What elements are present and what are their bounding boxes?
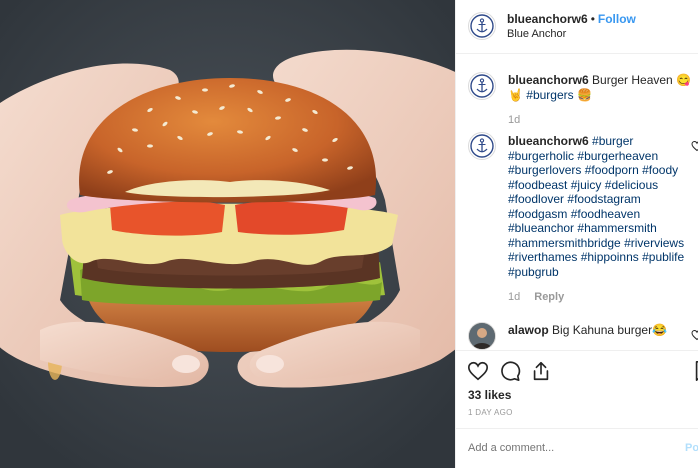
hashtag-link[interactable]: #burgers <box>526 88 573 102</box>
action-bar <box>456 350 698 388</box>
comment-age[interactable]: 1d <box>508 114 520 126</box>
hashtag-link[interactable]: #juicy <box>571 178 602 192</box>
comment-username[interactable]: blueanchorw6 <box>508 73 589 87</box>
hashtag-link[interactable]: #hammersmithbridge <box>508 236 621 250</box>
comment-username[interactable]: alawop <box>508 323 549 337</box>
add-comment-input[interactable] <box>468 442 668 454</box>
hashtag-comment: blueanchorw6 #burger #burgerholic #burge… <box>508 134 694 279</box>
user-photo-icon <box>469 323 495 349</box>
post-photo[interactable] <box>0 0 455 468</box>
burger-illustration <box>0 0 455 468</box>
hashtag-link[interactable]: #hammersmith <box>577 221 656 235</box>
post-side-panel: blueanchorw6 • Follow Blue Anchor blueanch… <box>455 0 698 468</box>
post-header: blueanchorw6 • Follow Blue Anchor <box>456 0 698 54</box>
reply-button[interactable]: Reply <box>534 291 564 303</box>
hashtag-link[interactable]: #foodporn <box>585 163 639 177</box>
like-comment-heart-icon[interactable] <box>691 329 698 341</box>
anchor-logo-icon <box>470 14 494 38</box>
separator-dot: • <box>590 12 595 26</box>
hashtag-link[interactable]: #foodbeast <box>508 178 567 192</box>
comment-avatar[interactable] <box>468 322 496 350</box>
comment-text: Big Kahuna burger😂 <box>548 323 668 337</box>
hashtag-link[interactable]: #foodheaven <box>571 207 640 221</box>
hashtag-link[interactable]: #foodlover <box>508 192 564 206</box>
comment-emoji: 🍔 <box>573 87 592 102</box>
comment-icon[interactable] <box>499 360 521 382</box>
comment-age[interactable]: 1d <box>508 291 520 303</box>
hashtag-link[interactable]: #hippoinns <box>581 250 639 264</box>
hashtag-link[interactable]: #blueanchor <box>508 221 574 235</box>
hashtag-link[interactable]: #publife <box>642 250 684 264</box>
like-comment-heart-icon[interactable] <box>691 140 698 152</box>
likes-count[interactable]: 33 likes <box>468 388 511 402</box>
comment-avatar[interactable] <box>468 132 496 160</box>
post-location[interactable]: Blue Anchor <box>507 28 566 40</box>
heart-icon[interactable] <box>467 360 489 382</box>
hashtag-link[interactable]: #pubgrub <box>508 265 559 279</box>
comment-username[interactable]: blueanchorw6 <box>508 134 589 148</box>
hashtag-link[interactable]: #foody <box>642 163 678 177</box>
bookmark-icon[interactable] <box>692 360 698 382</box>
anchor-logo-icon <box>470 134 494 158</box>
hashtag-link[interactable]: #burger <box>592 134 633 148</box>
alawop-comment: alawop Big Kahuna burger😂 <box>508 323 694 338</box>
profile-avatar[interactable] <box>468 12 496 40</box>
share-icon[interactable] <box>530 360 552 382</box>
add-comment-bar: Post <box>456 428 698 468</box>
hashtag-link[interactable]: #delicious <box>605 178 658 192</box>
hashtag-link[interactable]: #foodstagram <box>567 192 640 206</box>
hashtag-link[interactable]: #riverthames <box>508 250 577 264</box>
post-comment-button[interactable]: Post <box>685 442 698 454</box>
hashtag-link[interactable]: #burgerheaven <box>577 149 658 163</box>
post-author-username[interactable]: blueanchorw6 <box>507 12 588 26</box>
hashtag-link[interactable]: #burgerlovers <box>508 163 581 177</box>
follow-button[interactable]: Follow <box>598 12 636 26</box>
comment-avatar[interactable] <box>468 72 496 100</box>
comment-meta: 1d Reply <box>508 291 564 303</box>
post-timestamp[interactable]: 1 DAY AGO <box>468 408 513 417</box>
hashtag-link[interactable]: #riverviews <box>624 236 684 250</box>
hashtag-link[interactable]: #burgerholic <box>508 149 574 163</box>
comments-list[interactable]: blueanchorw6 Burger Heaven 😋🤘 #burgers 🍔… <box>456 54 698 350</box>
anchor-logo-icon <box>470 74 494 98</box>
caption-comment: blueanchorw6 Burger Heaven 😋🤘 #burgers 🍔 <box>508 73 694 102</box>
hashtag-link[interactable]: #foodgasm <box>508 207 567 221</box>
